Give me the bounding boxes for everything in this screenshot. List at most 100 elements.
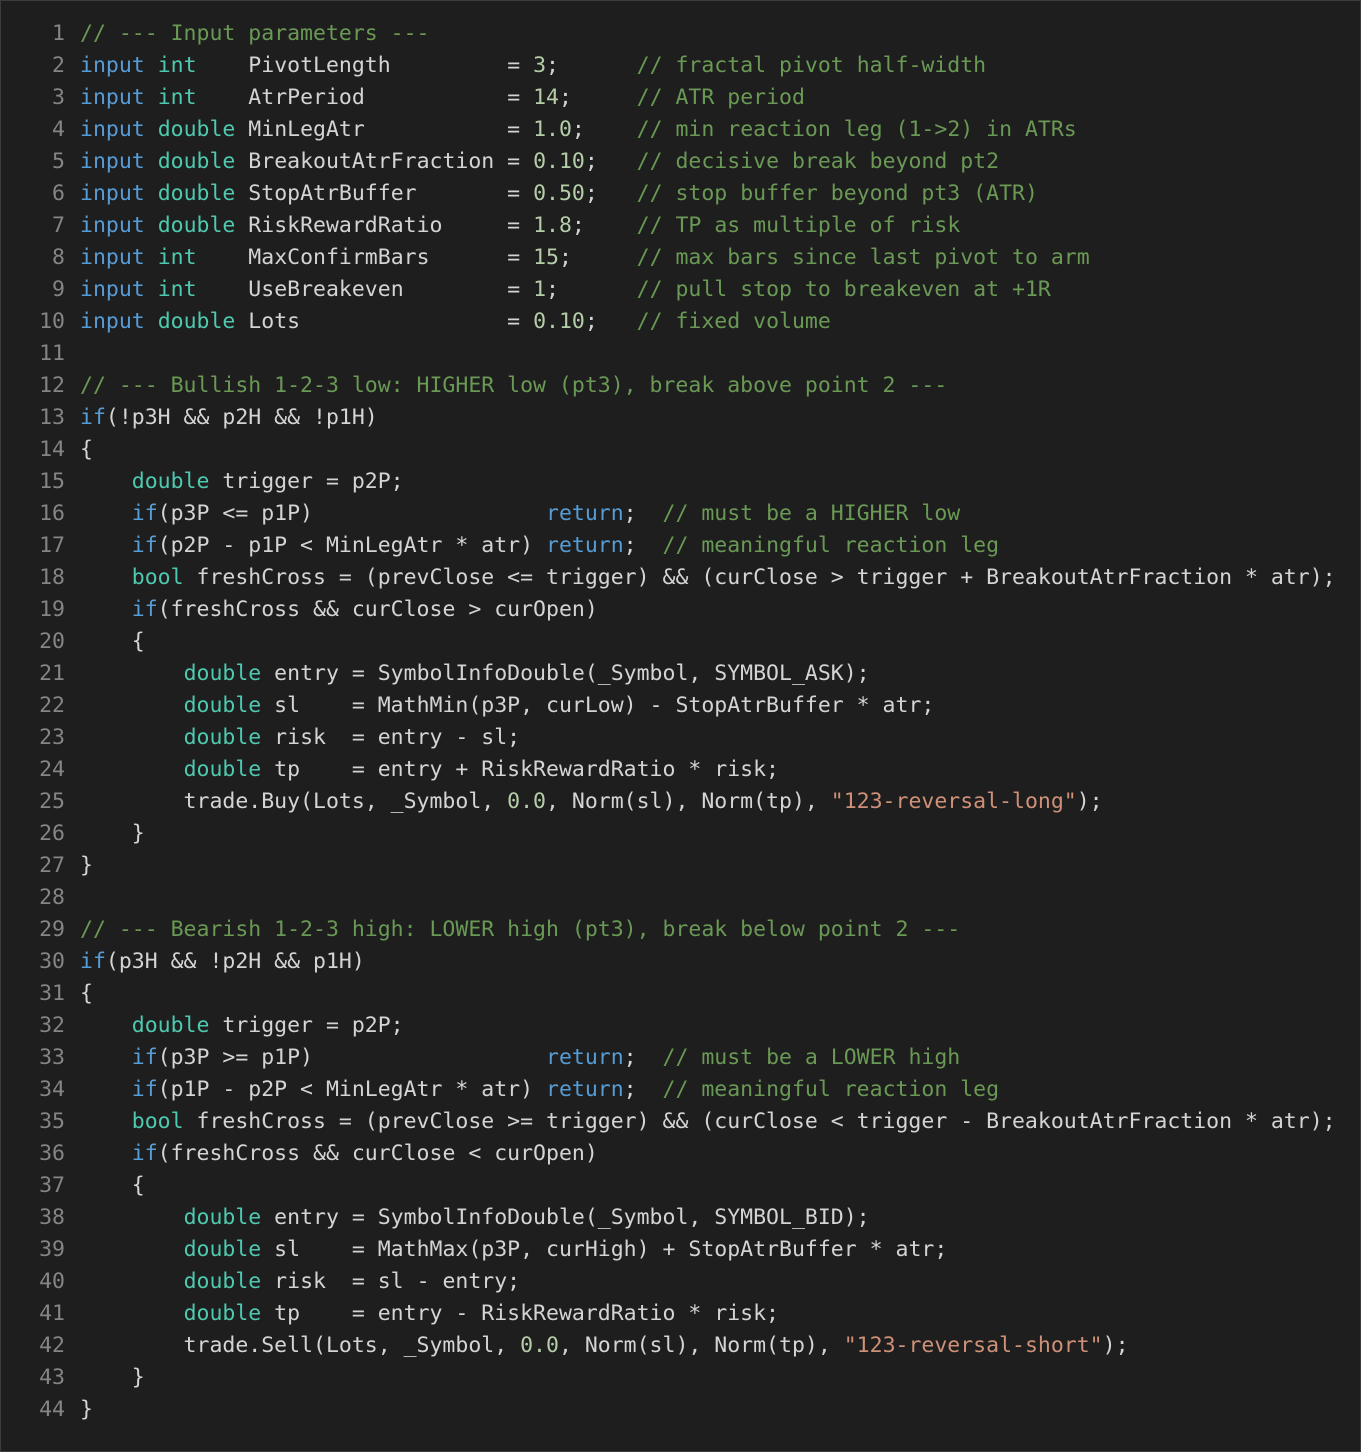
- code-keyword: return: [546, 1045, 624, 1070]
- line-number: 14: [39, 437, 65, 462]
- code-line[interactable]: 28: [1, 882, 1360, 914]
- code-line[interactable]: 4 input double MinLegAtr = 1.0; // min re…: [1, 114, 1360, 146]
- code-line[interactable]: 7 input double RiskRewardRatio = 1.8; // …: [1, 210, 1360, 242]
- code-token: }: [80, 821, 145, 846]
- code-line[interactable]: 34 if(p1P - p2P < MinLegAtr * atr) retur…: [1, 1074, 1360, 1106]
- code-comment: // must be a LOWER high: [662, 1045, 961, 1070]
- code-comment: // --- Input parameters ---: [80, 21, 430, 46]
- code-line[interactable]: 32 double trigger = p2P;: [1, 1010, 1360, 1042]
- code-token: ;: [546, 53, 637, 78]
- code-comment: // max bars since last pivot to arm: [636, 245, 1090, 270]
- line-number: 29: [39, 917, 65, 942]
- code-text: double trigger = p2P;: [80, 1010, 404, 1042]
- code-line[interactable]: 5 input double BreakoutAtrFraction = 0.10…: [1, 146, 1360, 178]
- line-number: 32: [39, 1013, 65, 1038]
- code-line[interactable]: 31 {: [1, 978, 1360, 1010]
- line-number: 11: [39, 341, 65, 366]
- code-token: trade.Sell(Lots, _Symbol,: [80, 1333, 521, 1358]
- code-text: if(p3H && !p2H && p1H): [80, 946, 365, 978]
- code-token: ;: [584, 181, 637, 206]
- line-number: 31: [39, 981, 65, 1006]
- code-line[interactable]: 10 input double Lots = 0.10; // fixed vol…: [1, 306, 1360, 338]
- code-line[interactable]: 40 double risk = sl - entry;: [1, 1266, 1360, 1298]
- code-line[interactable]: 33 if(p3P >= p1P) return; // must be a L…: [1, 1042, 1360, 1074]
- code-text: input int UseBreakeven = 1; // pull stop…: [80, 274, 1051, 306]
- code-token: sl = MathMax(p3P, curHigh) + StopAtrBuff…: [261, 1237, 948, 1262]
- code-comment: // ATR period: [636, 85, 805, 110]
- code-line[interactable]: 15 double trigger = p2P;: [1, 466, 1360, 498]
- code-line[interactable]: 19 if(freshCross && curClose > curOpen): [1, 594, 1360, 626]
- code-type: bool: [131, 1109, 184, 1134]
- code-line[interactable]: 36 if(freshCross && curClose < curOpen): [1, 1138, 1360, 1170]
- code-keyword: input: [80, 309, 145, 334]
- code-line[interactable]: 29 // --- Bearish 1-2-3 high: LOWER high …: [1, 914, 1360, 946]
- code-line[interactable]: 17 if(p2P - p1P < MinLegAtr * atr) retur…: [1, 530, 1360, 562]
- line-number: 25: [39, 789, 65, 814]
- code-line[interactable]: 22 double sl = MathMin(p3P, curLow) - St…: [1, 690, 1360, 722]
- code-text: }: [80, 1362, 145, 1394]
- code-comment: // must be a HIGHER low: [662, 501, 961, 526]
- code-line[interactable]: 30 if(p3H && !p2H && p1H): [1, 946, 1360, 978]
- code-type: double: [183, 1269, 262, 1294]
- code-line[interactable]: 44}: [1, 1394, 1360, 1426]
- code-text: if(!p3H && p2H && !p1H): [80, 402, 378, 434]
- code-comment: // stop buffer beyond pt3 (ATR): [636, 181, 1038, 206]
- code-keyword: input: [80, 181, 145, 206]
- code-token: ;: [571, 117, 637, 142]
- line-number: 13: [39, 405, 65, 430]
- code-number: 15: [533, 245, 559, 270]
- code-line[interactable]: 24 double tp = entry + RiskRewardRatio *…: [1, 754, 1360, 786]
- code-line[interactable]: 3 input int AtrPeriod = 14; // ATR period: [1, 82, 1360, 114]
- code-line[interactable]: 13 if(!p3H && p2H && !p1H): [1, 402, 1360, 434]
- code-line[interactable]: 16 if(p3P <= p1P) return; // must be a H…: [1, 498, 1360, 530]
- code-line[interactable]: 11: [1, 338, 1360, 370]
- code-line[interactable]: 39 double sl = MathMax(p3P, curHigh) + S…: [1, 1234, 1360, 1266]
- code-token: StopAtrBuffer =: [235, 181, 534, 206]
- code-keyword: return: [546, 501, 624, 526]
- code-line[interactable]: 38 double entry = SymbolInfoDouble(_Symb…: [1, 1202, 1360, 1234]
- code-line[interactable]: 14 {: [1, 434, 1360, 466]
- code-type: int: [157, 53, 197, 78]
- code-line[interactable]: 8 input int MaxConfirmBars = 15; // max b…: [1, 242, 1360, 274]
- code-line[interactable]: 42 trade.Sell(Lots, _Symbol, 0.0, Norm(s…: [1, 1330, 1360, 1362]
- code-text: if(p3P <= p1P) return; // must be a HIGH…: [80, 498, 960, 530]
- line-number: 23: [39, 725, 65, 750]
- code-text: input double BreakoutAtrFraction = 0.10;…: [80, 146, 999, 178]
- code-line[interactable]: 27}: [1, 850, 1360, 882]
- line-number: 22: [39, 693, 65, 718]
- code-line[interactable]: 25 trade.Buy(Lots, _Symbol, 0.0, Norm(sl…: [1, 786, 1360, 818]
- code-line[interactable]: 35 bool freshCross = (prevClose >= trigg…: [1, 1106, 1360, 1138]
- code-line[interactable]: 20 {: [1, 626, 1360, 658]
- line-number: 19: [39, 597, 65, 622]
- code-line[interactable]: 37 {: [1, 1170, 1360, 1202]
- code-keyword: if: [131, 1077, 158, 1102]
- line-number: 34: [39, 1077, 65, 1102]
- code-text: bool freshCross = (prevClose <= trigger)…: [80, 562, 1336, 594]
- line-number: 33: [39, 1045, 65, 1070]
- code-line[interactable]: 41 double tp = entry - RiskRewardRatio *…: [1, 1298, 1360, 1330]
- code-line[interactable]: 9 input int UseBreakeven = 1; // pull sto…: [1, 274, 1360, 306]
- code-text: if(p2P - p1P < MinLegAtr * atr) return; …: [80, 530, 999, 562]
- code-line[interactable]: 12 // --- Bullish 1-2-3 low: HIGHER low (…: [1, 370, 1360, 402]
- code-comment: // fractal pivot half-width: [636, 53, 987, 78]
- line-number: 2: [52, 53, 65, 78]
- code-line[interactable]: 26 }: [1, 818, 1360, 850]
- code-line[interactable]: 2 input int PivotLength = 3; // fractal p…: [1, 50, 1360, 82]
- code-text: if(freshCross && curClose > curOpen): [80, 594, 598, 626]
- code-line[interactable]: 23 double risk = entry - sl;: [1, 722, 1360, 754]
- code-token: MaxConfirmBars =: [196, 245, 534, 270]
- code-line[interactable]: 21 double entry = SymbolInfoDouble(_Symb…: [1, 658, 1360, 690]
- code-type: double: [183, 1237, 262, 1262]
- code-line[interactable]: 43 }: [1, 1362, 1360, 1394]
- code-line[interactable]: 6 input double StopAtrBuffer = 0.50; // s…: [1, 178, 1360, 210]
- code-line[interactable]: 1 // --- Input parameters ---: [1, 18, 1360, 50]
- code-editor[interactable]: 1 // --- Input parameters --- 2 input int P…: [0, 0, 1361, 1452]
- code-line[interactable]: 18 bool freshCross = (prevClose <= trigg…: [1, 562, 1360, 594]
